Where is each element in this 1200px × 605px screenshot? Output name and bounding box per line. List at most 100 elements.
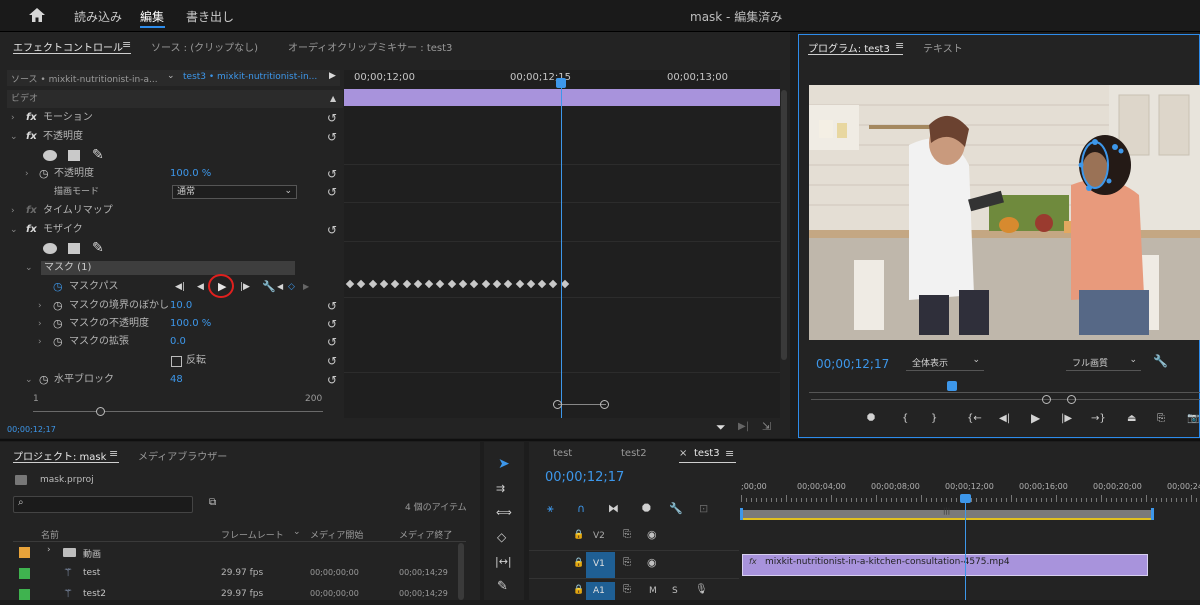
fx-icon[interactable]: fx (26, 221, 37, 239)
scroll-bar-track[interactable] (558, 404, 606, 405)
microphone-icon[interactable]: 🎙 (695, 584, 708, 595)
project-item-row[interactable]: ⚚ test 29.97 fps 00;00;00;00 00;00;14;29 (13, 564, 453, 584)
filter-icon[interactable]: ⏷ (716, 420, 726, 435)
expand-chevron-icon[interactable]: › (38, 333, 42, 351)
column-frame-rate[interactable]: フレームレート (221, 528, 284, 541)
mute-button[interactable]: M (649, 586, 657, 596)
export-icon[interactable]: ⇲ (762, 420, 771, 433)
lock-icon[interactable]: 🔒 (573, 558, 584, 568)
pen-mask-icon[interactable]: ✎ (92, 146, 104, 164)
effect-controls-menu-icon[interactable]: ≡ (122, 38, 131, 51)
tab-sequence-test2[interactable]: test2 (621, 448, 647, 459)
solo-button[interactable]: S (672, 586, 678, 596)
program-playhead[interactable] (947, 381, 957, 391)
track-backward-one-icon[interactable]: ◀ (197, 278, 204, 296)
ripple-edit-tool-icon[interactable]: ⟺ (496, 506, 512, 519)
fx-icon[interactable]: fx (26, 128, 37, 146)
horizontal-blocks-slider-track[interactable] (33, 411, 323, 412)
go-to-in-icon[interactable]: {← (967, 413, 982, 424)
snap-magnet-icon[interactable]: ∩ (577, 502, 585, 515)
keyframe-diamond[interactable] (447, 279, 456, 289)
keyframe-diamond[interactable] (503, 279, 513, 289)
quality-select[interactable]: フル画質 ⌄ (1066, 355, 1141, 371)
tab-sequence-test[interactable]: test (553, 448, 572, 459)
timeline-playhead-handle[interactable] (960, 494, 971, 503)
sync-lock-icon[interactable]: ⎘ (623, 557, 631, 568)
add-keyframe-icon[interactable]: ◇ (288, 278, 295, 296)
tab-text[interactable]: テキスト (923, 40, 963, 55)
project-item-row[interactable]: ⚚ test2 29.97 fps 00;00;00;00 00;00;14;29 (13, 585, 453, 605)
program-timecode[interactable]: 00;00;12;17 (816, 357, 889, 371)
tab-media-browser[interactable]: メディアブラウザー (138, 448, 227, 463)
lift-icon[interactable]: ⏏ (1127, 413, 1136, 424)
pen-tool-icon[interactable]: ✎ (497, 579, 508, 594)
program-mini-ruler[interactable] (809, 380, 1200, 393)
program-menu-icon[interactable]: ≡ (895, 39, 904, 52)
reset-icon[interactable]: ↺ (327, 315, 337, 333)
track-select-tool-icon[interactable]: ⇉ (496, 482, 505, 495)
tab-project[interactable]: プロジェクト: mask (13, 448, 106, 463)
selection-tool-icon[interactable]: ➤ (498, 456, 510, 472)
stopwatch-icon[interactable]: ◷ (53, 333, 63, 351)
invert-checkbox[interactable] (171, 356, 182, 367)
playhead-handle[interactable] (556, 78, 566, 88)
tab-source[interactable]: ソース : (クリップなし) (151, 39, 258, 54)
keyframe-diamond[interactable] (470, 279, 479, 289)
opacity-value[interactable]: 100.0 % (170, 165, 211, 183)
reset-icon[interactable]: ↺ (327, 352, 337, 370)
go-to-out-icon[interactable]: →} (1091, 413, 1106, 424)
expand-chevron-icon[interactable]: ⌄ (10, 221, 18, 239)
menu-export[interactable]: 書き出し (186, 8, 234, 25)
expand-chevron-icon[interactable]: ⌄ (25, 259, 33, 277)
program-scroll-track[interactable] (811, 399, 1200, 400)
wrench-icon[interactable]: 🔧 (262, 278, 276, 296)
v1-clip[interactable]: fx mixkit-nutritionist-in-a-kitchen-cons… (742, 554, 1148, 576)
zoom-select[interactable]: 全体表示 ⌄ (906, 355, 984, 371)
expand-chevron-icon[interactable]: ⌄ (25, 371, 33, 389)
stopwatch-icon[interactable]: ◷ (53, 315, 63, 333)
keyframe-diamond[interactable] (424, 279, 434, 289)
step-forward-icon[interactable]: |▶ (1061, 413, 1072, 424)
scroll-handle-right[interactable] (600, 400, 609, 409)
mask-feather-value[interactable]: 10.0 (170, 297, 192, 315)
eye-icon[interactable]: ◉ (647, 528, 657, 541)
reset-icon[interactable]: ↺ (327, 128, 337, 146)
keyframe-diamond[interactable] (537, 279, 547, 289)
stopwatch-icon[interactable]: ◷ (39, 165, 49, 183)
keyframe-diamond[interactable] (436, 279, 445, 289)
close-tab-icon[interactable]: × (679, 448, 687, 459)
expand-chevron-icon[interactable]: › (38, 315, 42, 333)
label-color-swatch[interactable] (19, 589, 30, 600)
keyframe-diamond[interactable] (526, 279, 536, 289)
home-icon[interactable] (28, 7, 46, 23)
column-media-end[interactable]: メディア終了 (399, 528, 452, 541)
mask-row[interactable]: ⌄ マスク (1) (7, 259, 343, 277)
mark-out-icon[interactable]: } (931, 413, 937, 424)
tab-audio-mixer[interactable]: オーディオクリップミキサー : test3 (288, 39, 452, 54)
next-keyframe-icon[interactable]: ▶ (303, 278, 309, 296)
razor-tool-icon[interactable]: ◇ (497, 530, 506, 544)
rectangle-mask-icon[interactable] (68, 243, 80, 254)
export-frame-icon[interactable]: 📷 (1187, 413, 1199, 424)
new-bin-from-search-icon[interactable]: ⧉ (209, 497, 216, 508)
play-icon[interactable]: ▶ (1031, 411, 1040, 425)
expand-chevron-icon[interactable]: › (47, 545, 51, 555)
project-menu-icon[interactable]: ≡ (109, 447, 118, 460)
add-marker-icon[interactable]: ⯃ (642, 502, 651, 516)
horizontal-blocks-value[interactable]: 48 (170, 371, 183, 389)
track-label-v2[interactable]: V2 (593, 531, 605, 541)
mask-opacity-value[interactable]: 100.0 % (170, 315, 211, 333)
tab-program[interactable]: プログラム: test3 (808, 40, 890, 55)
keyframe-diamond[interactable] (458, 279, 468, 289)
keyframe-diamond[interactable] (379, 279, 389, 289)
collapse-up-icon[interactable]: ▲ (330, 90, 336, 108)
motion-row[interactable]: › fx モーション ↺ (7, 109, 343, 127)
keyframe-diamond[interactable] (390, 279, 400, 289)
track-label-a1[interactable]: A1 (593, 586, 605, 596)
stopwatch-icon-active[interactable]: ◷ (53, 278, 63, 296)
time-remap-row[interactable]: › fx タイムリマップ (7, 202, 343, 220)
column-media-start[interactable]: メディア開始 (310, 528, 363, 541)
blend-mode-select[interactable]: 通常 ⌄ (172, 185, 297, 199)
project-scrollbar[interactable] (458, 543, 464, 600)
wrench-icon[interactable]: 🔧 (1153, 354, 1168, 368)
